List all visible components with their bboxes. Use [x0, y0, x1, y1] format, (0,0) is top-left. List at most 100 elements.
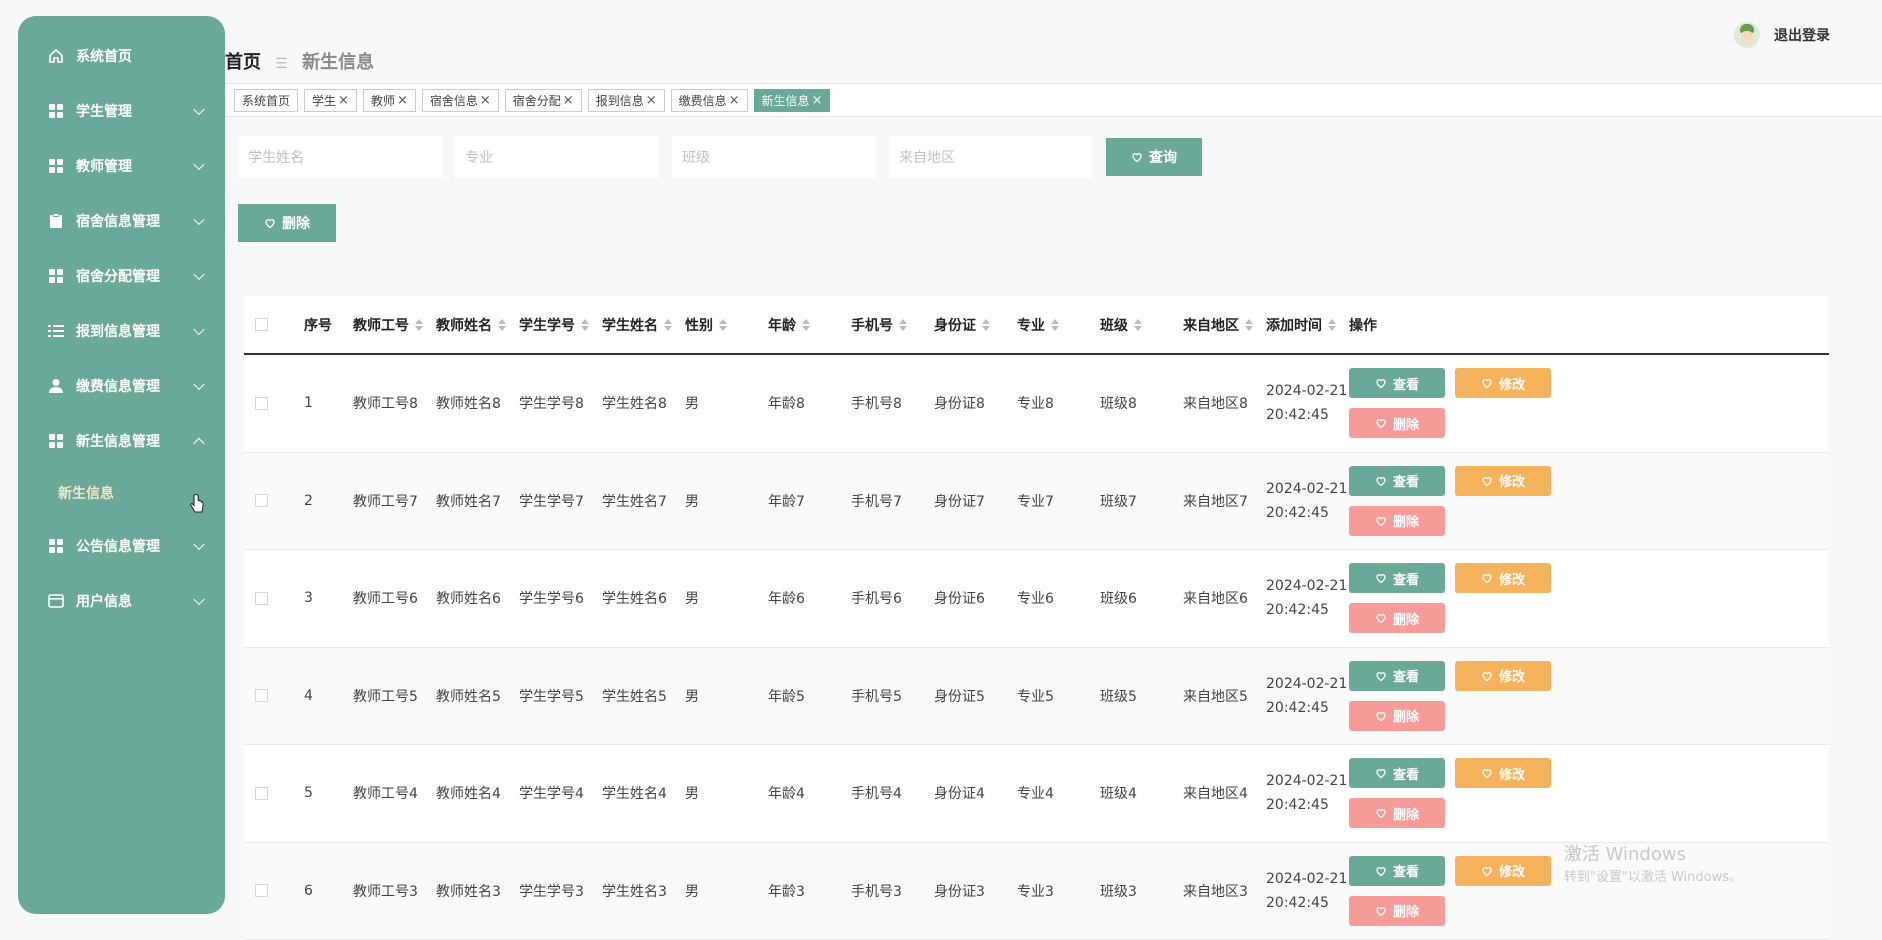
column-header-9[interactable]: 专业 — [1017, 315, 1100, 335]
sidebar-item-2[interactable]: 教师管理 — [18, 138, 225, 193]
table-cell: 手机号6 — [851, 588, 934, 608]
table-cell: 教师工号8 — [353, 393, 436, 413]
tab-tag-0[interactable]: 系统首页 — [234, 89, 298, 112]
sidebar-item-6[interactable]: 缴费信息管理 — [18, 358, 225, 413]
sort-icon[interactable] — [415, 319, 423, 331]
edit-button[interactable]: 修改 — [1455, 758, 1551, 788]
column-header-5[interactable]: 性别 — [685, 315, 768, 335]
sort-icon[interactable] — [1134, 319, 1142, 331]
edit-button[interactable]: 修改 — [1455, 563, 1551, 593]
student-name-input[interactable] — [238, 136, 442, 178]
delete-button[interactable]: 删除 — [1349, 896, 1445, 926]
view-button[interactable]: 查看 — [1349, 368, 1445, 398]
edit-button[interactable]: 修改 — [1455, 661, 1551, 691]
sort-icon[interactable] — [802, 319, 810, 331]
table-cell: 身份证5 — [934, 686, 1017, 706]
grid-icon — [48, 103, 64, 119]
region-input[interactable] — [889, 136, 1093, 178]
row-checkbox[interactable] — [255, 689, 268, 702]
view-button[interactable]: 查看 — [1349, 466, 1445, 496]
sort-icon[interactable] — [664, 319, 672, 331]
view-button[interactable]: 查看 — [1349, 856, 1445, 886]
column-header-label: 序号 — [304, 315, 332, 335]
column-header-6[interactable]: 年龄 — [768, 315, 851, 335]
sort-icon[interactable] — [1051, 319, 1059, 331]
row-checkbox[interactable] — [255, 884, 268, 897]
row-checkbox[interactable] — [255, 592, 268, 605]
table-cell: 学生姓名5 — [602, 686, 685, 706]
chevron-down-icon — [193, 158, 204, 169]
sort-icon[interactable] — [1328, 319, 1336, 331]
close-icon[interactable]: × — [338, 93, 349, 108]
sort-icon[interactable] — [982, 319, 990, 331]
select-all-checkbox[interactable] — [255, 318, 268, 331]
tab-tag-6[interactable]: 缴费信息× — [671, 89, 748, 112]
edit-button[interactable]: 修改 — [1455, 856, 1551, 886]
delete-button[interactable]: 删除 — [1349, 506, 1445, 536]
table-cell: 男 — [685, 783, 768, 803]
delete-button[interactable]: 删除 — [1349, 603, 1445, 633]
row-checkbox[interactable] — [255, 494, 268, 507]
delete-button[interactable]: 删除 — [1349, 701, 1445, 731]
column-header-12[interactable]: 添加时间 — [1266, 315, 1349, 335]
column-header-label: 身份证 — [934, 315, 976, 335]
close-icon[interactable]: × — [480, 93, 491, 108]
column-header-1[interactable]: 教师工号 — [353, 315, 436, 335]
major-input[interactable] — [455, 136, 659, 178]
edit-button[interactable]: 修改 — [1455, 368, 1551, 398]
tab-tag-2[interactable]: 教师× — [363, 89, 416, 112]
close-icon[interactable]: × — [646, 93, 657, 108]
column-header-8[interactable]: 身份证 — [934, 315, 1017, 335]
table-row: 3教师工号6教师姓名6学生学号6学生姓名6男年龄6手机号6身份证6专业6班级6来… — [244, 550, 1829, 648]
sidebar-item-4[interactable]: 宿舍分配管理 — [18, 248, 225, 303]
sidebar-item-3[interactable]: 宿舍信息管理 — [18, 193, 225, 248]
tab-tag-5[interactable]: 报到信息× — [588, 89, 665, 112]
class-input[interactable] — [672, 136, 876, 178]
column-header-11[interactable]: 来自地区 — [1183, 315, 1266, 335]
heart-icon — [1375, 475, 1387, 487]
sidebar-item-0[interactable]: 系统首页 — [18, 28, 225, 83]
sort-icon[interactable] — [498, 319, 506, 331]
close-icon[interactable]: × — [397, 93, 408, 108]
added-time-cell: 2024-02-2120:42:45 — [1266, 379, 1349, 427]
column-header-3[interactable]: 学生学号 — [519, 315, 602, 335]
delete-button[interactable]: 删除 — [1349, 408, 1445, 438]
query-button[interactable]: 查询 — [1106, 138, 1202, 176]
batch-delete-button[interactable]: 删除 — [238, 204, 336, 242]
tab-tag-3[interactable]: 宿舍信息× — [422, 89, 499, 112]
column-header-2[interactable]: 教师姓名 — [436, 315, 519, 335]
sidebar-item-7[interactable]: 新生信息管理 — [18, 413, 225, 468]
sidebar-item-8[interactable]: 公告信息管理 — [18, 518, 225, 573]
row-checkbox[interactable] — [255, 787, 268, 800]
sidebar-item-1[interactable]: 学生管理 — [18, 83, 225, 138]
chevron-down-icon — [193, 538, 204, 549]
tab-tag-4[interactable]: 宿舍分配× — [505, 89, 582, 112]
tab-tag-1[interactable]: 学生× — [304, 89, 357, 112]
column-header-7[interactable]: 手机号 — [851, 315, 934, 335]
table-cell: 身份证6 — [934, 588, 1017, 608]
delete-button[interactable]: 删除 — [1349, 798, 1445, 828]
sort-icon[interactable] — [719, 319, 727, 331]
view-button[interactable]: 查看 — [1349, 661, 1445, 691]
close-icon[interactable]: × — [812, 93, 823, 108]
table-cell: 学生学号3 — [519, 881, 602, 901]
table-cell: 教师姓名8 — [436, 393, 519, 413]
sidebar-item-5[interactable]: 报到信息管理 — [18, 303, 225, 358]
close-icon[interactable]: × — [563, 93, 574, 108]
close-icon[interactable]: × — [729, 93, 740, 108]
sort-icon[interactable] — [899, 319, 907, 331]
column-header-4[interactable]: 学生姓名 — [602, 315, 685, 335]
breadcrumb-home[interactable]: 首页 — [225, 52, 261, 73]
edit-button[interactable]: 修改 — [1455, 466, 1551, 496]
logout-link[interactable]: 退出登录 — [1774, 25, 1830, 45]
sidebar-item-9[interactable]: 用户信息 — [18, 573, 225, 628]
view-button[interactable]: 查看 — [1349, 563, 1445, 593]
sort-icon[interactable] — [581, 319, 589, 331]
tab-tag-7[interactable]: 新生信息× — [754, 89, 831, 112]
view-button[interactable]: 查看 — [1349, 758, 1445, 788]
sort-icon[interactable] — [1245, 319, 1253, 331]
table-cell: 学生姓名3 — [602, 881, 685, 901]
row-select-cell — [244, 397, 304, 410]
row-checkbox[interactable] — [255, 397, 268, 410]
column-header-10[interactable]: 班级 — [1100, 315, 1183, 335]
